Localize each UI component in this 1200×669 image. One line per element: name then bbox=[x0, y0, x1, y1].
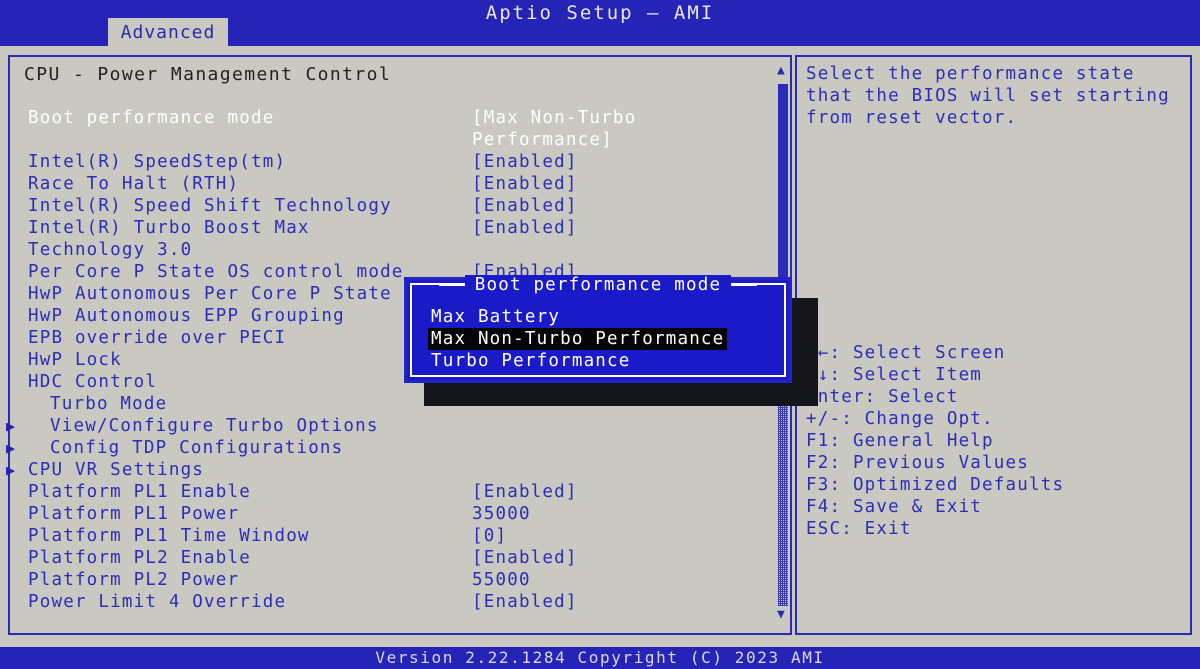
setting-value[interactable]: [Enabled] bbox=[472, 218, 578, 238]
scrollbar-track[interactable] bbox=[778, 384, 788, 606]
setting-label[interactable]: Config TDP Configurations bbox=[50, 438, 343, 458]
submenu-arrow-icon: ▶ bbox=[6, 461, 16, 479]
setting-value[interactable]: [Max Non-Turbo bbox=[472, 108, 636, 128]
key-legend-item: F3: Optimized Defaults bbox=[806, 475, 1065, 495]
page-title: CPU - Power Management Control bbox=[24, 64, 392, 85]
submenu-arrow-icon: ▶ bbox=[6, 439, 16, 457]
setting-value[interactable]: [Enabled] bbox=[472, 482, 578, 502]
bios-screen: Aptio Setup – AMI Advanced CPU - Power M… bbox=[0, 0, 1200, 669]
setting-label[interactable]: Intel(R) Speed Shift Technology bbox=[28, 196, 392, 216]
scroll-up-arrow-icon[interactable]: ▲ bbox=[777, 64, 785, 77]
setting-label[interactable]: Technology 3.0 bbox=[28, 240, 192, 260]
key-legend-item: Enter: Select bbox=[806, 387, 959, 407]
setting-value[interactable]: [Enabled] bbox=[472, 592, 578, 612]
setting-label[interactable]: View/Configure Turbo Options bbox=[50, 416, 379, 436]
dialog-titlebar: Boot performance mode bbox=[412, 274, 784, 296]
setting-value[interactable]: 35000 bbox=[472, 504, 531, 524]
dialog-option[interactable]: Max Non-Turbo Performance bbox=[428, 328, 728, 350]
dialog-rule-right bbox=[731, 284, 758, 286]
tab-strip: Advanced bbox=[0, 18, 1200, 46]
help-description: Select the performance state that the BI… bbox=[806, 64, 1170, 128]
setting-label[interactable]: CPU VR Settings bbox=[28, 460, 204, 480]
key-legend: →←: Select Screen ↑↓: Select Item Enter: S… bbox=[806, 342, 1186, 540]
dialog-inner-frame: Boot performance mode Max Battery Max Non… bbox=[410, 275, 786, 377]
tab-advanced[interactable]: Advanced bbox=[108, 18, 228, 46]
setting-value[interactable]: [0] bbox=[472, 526, 507, 546]
setting-label[interactable]: Intel(R) Turbo Boost Max bbox=[28, 218, 310, 238]
dialog-option[interactable]: Max Battery bbox=[428, 306, 563, 328]
setting-label[interactable]: Platform PL1 Time Window bbox=[28, 526, 310, 546]
setting-label[interactable]: Boot performance mode bbox=[28, 108, 274, 128]
setting-value[interactable]: Performance] bbox=[472, 130, 613, 150]
boot-performance-mode-dialog[interactable]: Boot performance mode Max Battery Max Non… bbox=[404, 275, 792, 383]
dialog-rule-left bbox=[438, 284, 465, 286]
footer-bar: Version 2.22.1284 Copyright (C) 2023 AMI bbox=[0, 647, 1200, 669]
setting-label[interactable]: Power Limit 4 Override bbox=[28, 592, 286, 612]
scroll-down-arrow-icon[interactable]: ▼ bbox=[777, 608, 785, 621]
key-legend-item: ESC: Exit bbox=[806, 519, 912, 539]
setting-label[interactable]: EPB override over PECI bbox=[28, 328, 286, 348]
key-legend-item: +/-: Change Opt. bbox=[806, 409, 994, 429]
key-legend-item: ↑↓: Select Item bbox=[806, 365, 983, 385]
setting-label[interactable]: Platform PL1 Power bbox=[28, 504, 239, 524]
setting-label[interactable]: Intel(R) SpeedStep(tm) bbox=[28, 152, 286, 172]
setting-label[interactable]: Per Core P State OS control mode bbox=[28, 262, 404, 282]
submenu-arrow-icon: ▶ bbox=[6, 417, 16, 435]
setting-value[interactable]: [Enabled] bbox=[472, 548, 578, 568]
setting-label[interactable]: HwP Lock bbox=[28, 350, 122, 370]
setting-label[interactable]: Platform PL1 Enable bbox=[28, 482, 251, 502]
setting-label[interactable]: HDC Control bbox=[28, 372, 157, 392]
key-legend-item: →←: Select Screen bbox=[806, 343, 1006, 363]
version-text: Version 2.22.1284 Copyright (C) 2023 AMI bbox=[375, 648, 825, 667]
setting-label[interactable]: HwP Autonomous Per Core P State bbox=[28, 284, 392, 304]
key-legend-item: F4: Save & Exit bbox=[806, 497, 983, 517]
setting-label[interactable]: HwP Autonomous EPP Grouping bbox=[28, 306, 345, 326]
key-legend-item: F2: Previous Values bbox=[806, 453, 1029, 473]
setting-value[interactable]: [Enabled] bbox=[472, 196, 578, 216]
key-legend-item: F1: General Help bbox=[806, 431, 994, 451]
setting-label[interactable]: Platform PL2 Power bbox=[28, 570, 239, 590]
setting-label[interactable]: Race To Halt (RTH) bbox=[28, 174, 239, 194]
header-bar: Aptio Setup – AMI Advanced bbox=[0, 0, 1200, 46]
setting-value[interactable]: [Enabled] bbox=[472, 152, 578, 172]
setting-value[interactable]: 55000 bbox=[472, 570, 531, 590]
setting-label[interactable]: Platform PL2 Enable bbox=[28, 548, 251, 568]
dialog-title: Boot performance mode bbox=[464, 275, 732, 295]
setting-label[interactable]: Turbo Mode bbox=[50, 394, 167, 414]
tab-advanced-label: Advanced bbox=[120, 21, 216, 43]
setting-value[interactable]: [Enabled] bbox=[472, 174, 578, 194]
dialog-option[interactable]: Turbo Performance bbox=[428, 350, 634, 372]
